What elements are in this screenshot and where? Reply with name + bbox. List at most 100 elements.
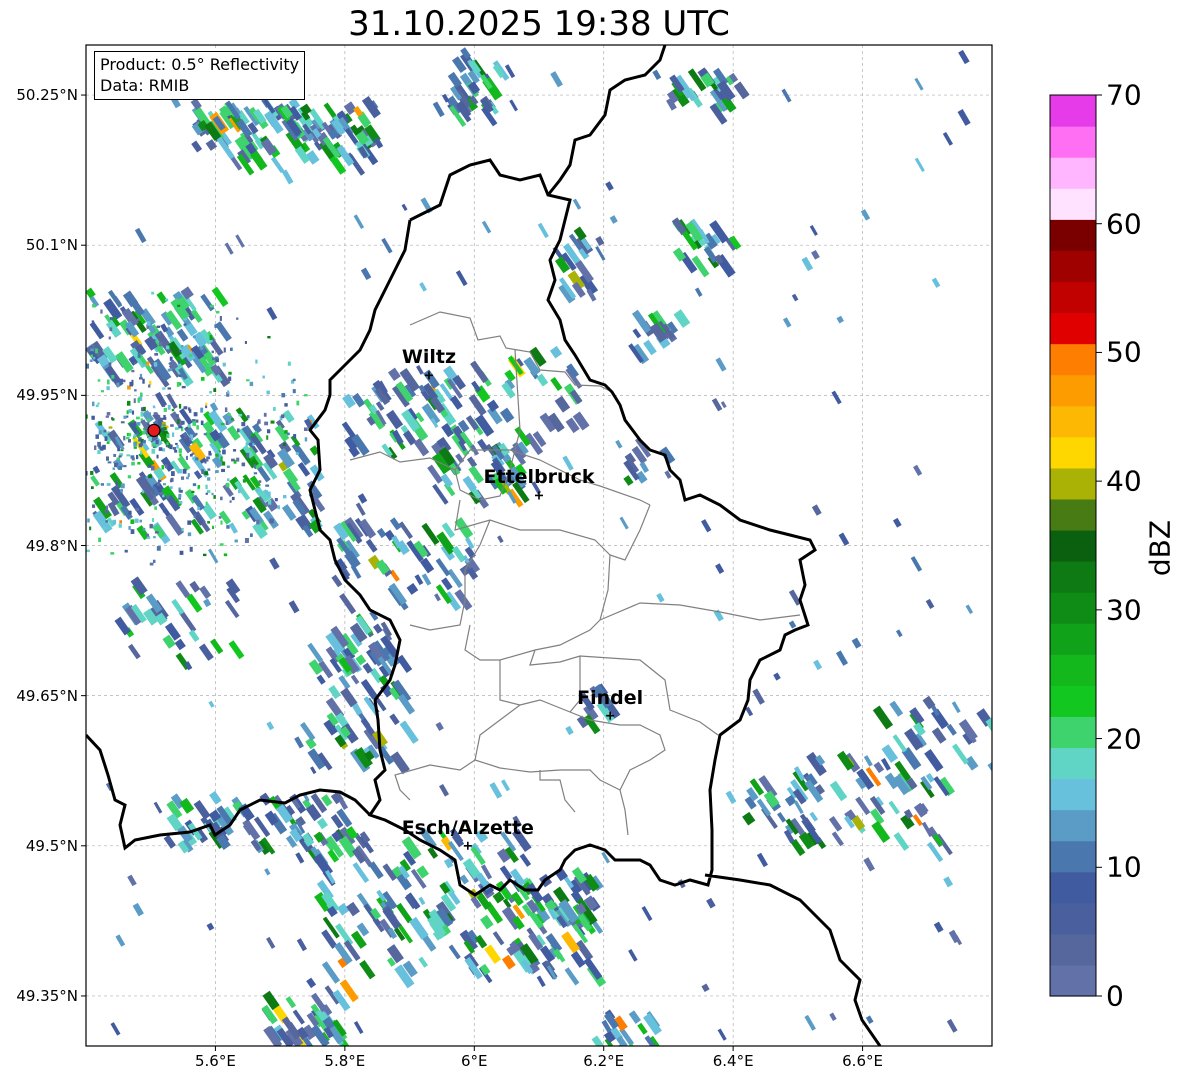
echo-cell	[89, 359, 93, 362]
echo-cell	[175, 414, 179, 418]
echo-cell	[95, 434, 99, 439]
echo-cell	[78, 454, 81, 458]
echo-cell	[151, 443, 156, 447]
echo-cell	[106, 412, 111, 416]
colorbar-segment	[1050, 312, 1096, 345]
echo-cell	[52, 511, 54, 513]
echo-cell	[176, 381, 180, 387]
echo-cell	[102, 526, 107, 530]
colorbar-segment	[1050, 747, 1096, 780]
echo-cell	[83, 361, 86, 365]
echo-cell	[263, 412, 267, 417]
echo-cell	[128, 526, 131, 530]
colorbar-tick-label: 20	[1106, 722, 1142, 756]
echo-cell	[120, 483, 125, 489]
echo-cell	[116, 382, 120, 387]
echo-cell	[74, 477, 78, 482]
echo-cell	[134, 361, 137, 365]
colorbar-segment	[1050, 561, 1096, 593]
echo-cell	[155, 439, 159, 445]
echo-cell	[13, 478, 16, 482]
echo-cell	[187, 532, 192, 537]
echo-cell	[193, 412, 198, 417]
data-source-label: Data: RMIB	[100, 76, 190, 95]
echo-cell	[126, 410, 129, 415]
echo-cell	[16, 492, 18, 497]
echo-cell	[230, 347, 233, 351]
echo-cell	[266, 435, 269, 440]
echo-cell	[234, 539, 238, 543]
echo-cell	[205, 459, 209, 462]
echo-cell	[211, 492, 214, 496]
echo-cell	[116, 457, 121, 460]
echo-cell	[105, 350, 108, 355]
echo-cell	[231, 458, 235, 462]
echo-cell	[79, 463, 83, 467]
echo-cell	[174, 427, 179, 430]
echo-cell	[151, 339, 156, 343]
echo-cell	[181, 345, 184, 348]
echo-cell	[203, 553, 207, 557]
echo-cell	[181, 527, 184, 532]
echo-cell	[296, 400, 300, 406]
echo-cell	[134, 389, 137, 392]
echo-cell	[58, 494, 61, 496]
echo-cell	[135, 454, 139, 460]
echo-cell	[120, 378, 123, 382]
colorbar-segment	[1050, 250, 1096, 283]
echo-cell	[53, 508, 55, 511]
colorbar-segment	[1050, 374, 1096, 407]
echo-cell	[22, 494, 25, 497]
echo-cell	[103, 429, 107, 433]
echo-cell	[303, 427, 308, 432]
echo-cell	[221, 468, 226, 473]
echo-cell	[266, 429, 271, 434]
echo-cell	[195, 457, 199, 461]
city-label-esch-alzette: Esch/Alzette	[401, 816, 534, 839]
echo-cell	[207, 468, 211, 471]
echo-cell	[281, 393, 286, 398]
echo-cell	[128, 510, 132, 515]
colorbar-segment	[1050, 281, 1096, 314]
echo-cell	[40, 499, 43, 501]
echo-cell	[211, 350, 214, 354]
echo-cell	[92, 304, 96, 308]
echo-cell	[120, 488, 123, 493]
echo-cell	[293, 434, 297, 439]
echo-cell	[120, 421, 125, 424]
echo-cell	[283, 443, 286, 446]
lon-tick-label: 6.4°E	[712, 1052, 754, 1070]
colorbar-segment	[1050, 498, 1096, 531]
echo-cell	[162, 509, 167, 513]
echo-cell	[189, 354, 193, 358]
echo-cell	[30, 354, 34, 356]
echo-cell	[163, 407, 167, 412]
echo-cell	[145, 533, 150, 537]
echo-cell	[245, 442, 249, 446]
echo-cell	[77, 415, 80, 417]
echo-cell	[169, 356, 173, 361]
echo-cell	[148, 436, 152, 442]
echo-cell	[158, 447, 163, 451]
echo-cell	[90, 354, 93, 358]
echo-cell	[222, 461, 226, 466]
echo-cell	[127, 439, 132, 443]
echo-cell	[241, 422, 246, 427]
echo-cell	[246, 452, 250, 458]
echo-cell	[228, 376, 232, 381]
echo-cell	[20, 425, 23, 429]
city-label-ettelbruck: Ettelbruck	[483, 466, 595, 489]
city-label-findel: Findel	[577, 686, 644, 709]
colorbar-segment	[1050, 219, 1096, 251]
echo-cell	[200, 407, 204, 413]
echo-cell	[93, 356, 96, 360]
echo-cell	[58, 532, 60, 534]
echo-cell	[183, 435, 188, 439]
map-title: 31.10.2025 19:38 UTC	[348, 4, 730, 44]
echo-cell	[0, 408, 2, 411]
echo-cell	[154, 531, 159, 534]
echo-cell	[178, 448, 182, 453]
echo-cell	[70, 445, 74, 450]
echo-cell	[106, 441, 110, 444]
echo-cell	[256, 487, 261, 493]
